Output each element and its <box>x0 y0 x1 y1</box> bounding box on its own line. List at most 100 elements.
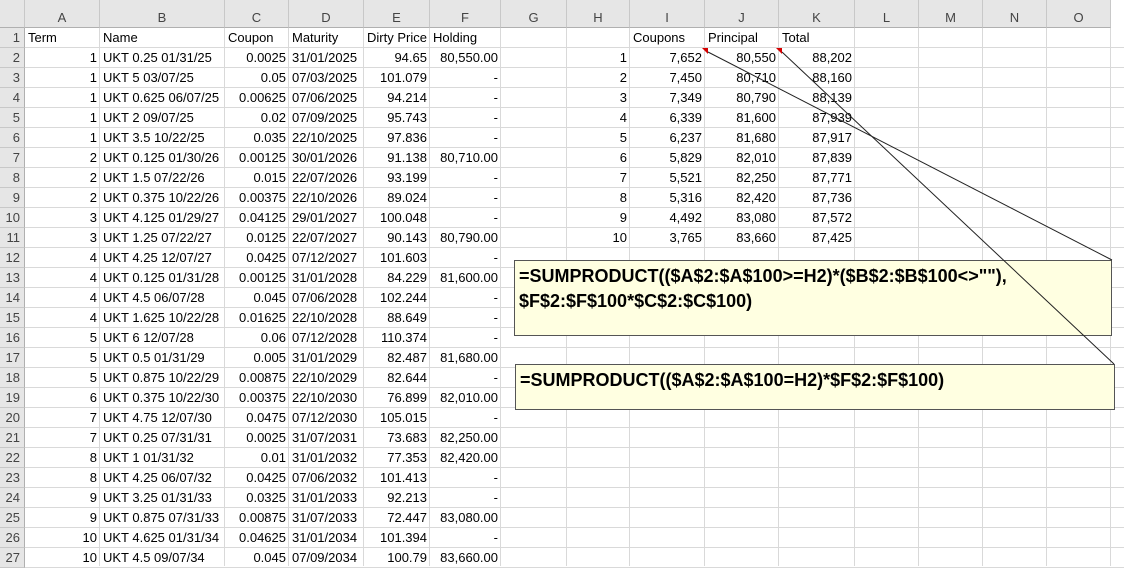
row-header-6[interactable]: 6 <box>0 128 25 148</box>
data-cell-e[interactable]: 90.143 <box>364 228 430 248</box>
data-cell-h[interactable]: 9 <box>567 208 630 228</box>
data-cell-c[interactable]: 0.00125 <box>225 268 289 288</box>
data-cell-f[interactable]: - <box>430 468 501 488</box>
data-cell-f[interactable]: - <box>430 88 501 108</box>
data-cell-e[interactable]: 105.015 <box>364 408 430 428</box>
data-cell-i[interactable]: 3,765 <box>630 228 705 248</box>
data-cell-d[interactable]: 07/12/2028 <box>289 328 364 348</box>
data-cell-e[interactable]: 97.836 <box>364 128 430 148</box>
data-cell-j[interactable]: 81,600 <box>705 108 779 128</box>
data-cell-c[interactable]: 0.005 <box>225 348 289 368</box>
data-cell-f[interactable]: 83,080.00 <box>430 508 501 528</box>
header-cell-f[interactable]: Holding <box>430 28 501 48</box>
data-cell-h[interactable]: 1 <box>567 48 630 68</box>
data-cell-b[interactable]: UKT 1.25 07/22/27 <box>100 228 225 248</box>
data-cell-e[interactable]: 101.394 <box>364 528 430 548</box>
data-cell-e[interactable]: 101.079 <box>364 68 430 88</box>
data-cell-f[interactable]: 81,600.00 <box>430 268 501 288</box>
row-header-2[interactable]: 2 <box>0 48 25 68</box>
data-cell-b[interactable]: UKT 0.5 01/31/29 <box>100 348 225 368</box>
row-header-14[interactable]: 14 <box>0 288 25 308</box>
row-header-18[interactable]: 18 <box>0 368 25 388</box>
column-header-o[interactable]: O <box>1047 0 1111 28</box>
data-cell-a[interactable]: 10 <box>25 548 100 568</box>
row-header-10[interactable]: 10 <box>0 208 25 228</box>
data-cell-c[interactable]: 0.00125 <box>225 148 289 168</box>
column-header-l[interactable]: L <box>855 0 919 28</box>
data-cell-c[interactable]: 0.045 <box>225 548 289 568</box>
row-header-15[interactable]: 15 <box>0 308 25 328</box>
select-all-corner[interactable] <box>0 0 25 28</box>
data-cell-d[interactable]: 31/01/2029 <box>289 348 364 368</box>
header-cell-e[interactable]: Dirty Price <box>364 28 430 48</box>
data-cell-d[interactable]: 31/01/2028 <box>289 268 364 288</box>
header-cell-j[interactable]: Principal <box>705 28 779 48</box>
row-header-20[interactable]: 20 <box>0 408 25 428</box>
data-cell-a[interactable]: 7 <box>25 428 100 448</box>
data-cell-b[interactable]: UKT 0.875 10/22/29 <box>100 368 225 388</box>
header-cell-c[interactable]: Coupon <box>225 28 289 48</box>
row-header-27[interactable]: 27 <box>0 548 25 568</box>
data-cell-c[interactable]: 0.0325 <box>225 488 289 508</box>
data-cell-f[interactable]: - <box>430 408 501 428</box>
header-cell-a[interactable]: Term <box>25 28 100 48</box>
data-cell-c[interactable]: 0.02 <box>225 108 289 128</box>
column-header-b[interactable]: B <box>100 0 225 28</box>
row-header-7[interactable]: 7 <box>0 148 25 168</box>
data-cell-c[interactable]: 0.04625 <box>225 528 289 548</box>
data-cell-b[interactable]: UKT 4.5 06/07/28 <box>100 288 225 308</box>
column-header-c[interactable]: C <box>225 0 289 28</box>
row-header-11[interactable]: 11 <box>0 228 25 248</box>
data-cell-a[interactable]: 3 <box>25 208 100 228</box>
data-cell-f[interactable]: - <box>430 368 501 388</box>
data-cell-d[interactable]: 07/06/2025 <box>289 88 364 108</box>
data-cell-b[interactable]: UKT 4.75 12/07/30 <box>100 408 225 428</box>
data-cell-a[interactable]: 8 <box>25 448 100 468</box>
data-cell-j[interactable]: 83,080 <box>705 208 779 228</box>
data-cell-d[interactable]: 31/01/2033 <box>289 488 364 508</box>
data-cell-a[interactable]: 2 <box>25 148 100 168</box>
data-cell-a[interactable]: 4 <box>25 268 100 288</box>
data-cell-i[interactable]: 7,450 <box>630 68 705 88</box>
data-cell-d[interactable]: 22/10/2030 <box>289 388 364 408</box>
column-header-m[interactable]: M <box>919 0 983 28</box>
row-header-21[interactable]: 21 <box>0 428 25 448</box>
data-cell-i[interactable]: 6,339 <box>630 108 705 128</box>
data-cell-a[interactable]: 7 <box>25 408 100 428</box>
data-cell-a[interactable]: 4 <box>25 248 100 268</box>
data-cell-j[interactable]: 80,550 <box>705 48 779 68</box>
data-cell-h[interactable]: 6 <box>567 148 630 168</box>
data-cell-a[interactable]: 9 <box>25 508 100 528</box>
data-cell-e[interactable]: 100.79 <box>364 548 430 568</box>
data-cell-b[interactable]: UKT 0.25 01/31/25 <box>100 48 225 68</box>
row-header-1[interactable]: 1 <box>0 28 25 48</box>
data-cell-b[interactable]: UKT 1 01/31/32 <box>100 448 225 468</box>
data-cell-a[interactable]: 4 <box>25 288 100 308</box>
row-header-24[interactable]: 24 <box>0 488 25 508</box>
data-cell-c[interactable]: 0.0025 <box>225 428 289 448</box>
row-header-25[interactable]: 25 <box>0 508 25 528</box>
data-cell-c[interactable]: 0.0475 <box>225 408 289 428</box>
data-cell-e[interactable]: 92.213 <box>364 488 430 508</box>
data-cell-e[interactable]: 95.743 <box>364 108 430 128</box>
data-cell-f[interactable]: - <box>430 128 501 148</box>
data-cell-e[interactable]: 73.683 <box>364 428 430 448</box>
data-cell-h[interactable]: 8 <box>567 188 630 208</box>
column-header-a[interactable]: A <box>25 0 100 28</box>
data-cell-f[interactable]: 80,710.00 <box>430 148 501 168</box>
data-cell-h[interactable]: 10 <box>567 228 630 248</box>
data-cell-f[interactable]: - <box>430 488 501 508</box>
data-cell-f[interactable]: - <box>430 308 501 328</box>
data-cell-b[interactable]: UKT 5 03/07/25 <box>100 68 225 88</box>
data-cell-b[interactable]: UKT 4.5 09/07/34 <box>100 548 225 568</box>
row-header-13[interactable]: 13 <box>0 268 25 288</box>
row-header-26[interactable]: 26 <box>0 528 25 548</box>
data-cell-i[interactable]: 5,316 <box>630 188 705 208</box>
data-cell-k[interactable]: 87,939 <box>779 108 855 128</box>
data-cell-e[interactable]: 84.229 <box>364 268 430 288</box>
row-header-22[interactable]: 22 <box>0 448 25 468</box>
data-cell-d[interactable]: 22/07/2027 <box>289 228 364 248</box>
data-cell-d[interactable]: 22/10/2028 <box>289 308 364 328</box>
data-cell-a[interactable]: 9 <box>25 488 100 508</box>
data-cell-c[interactable]: 0.01 <box>225 448 289 468</box>
